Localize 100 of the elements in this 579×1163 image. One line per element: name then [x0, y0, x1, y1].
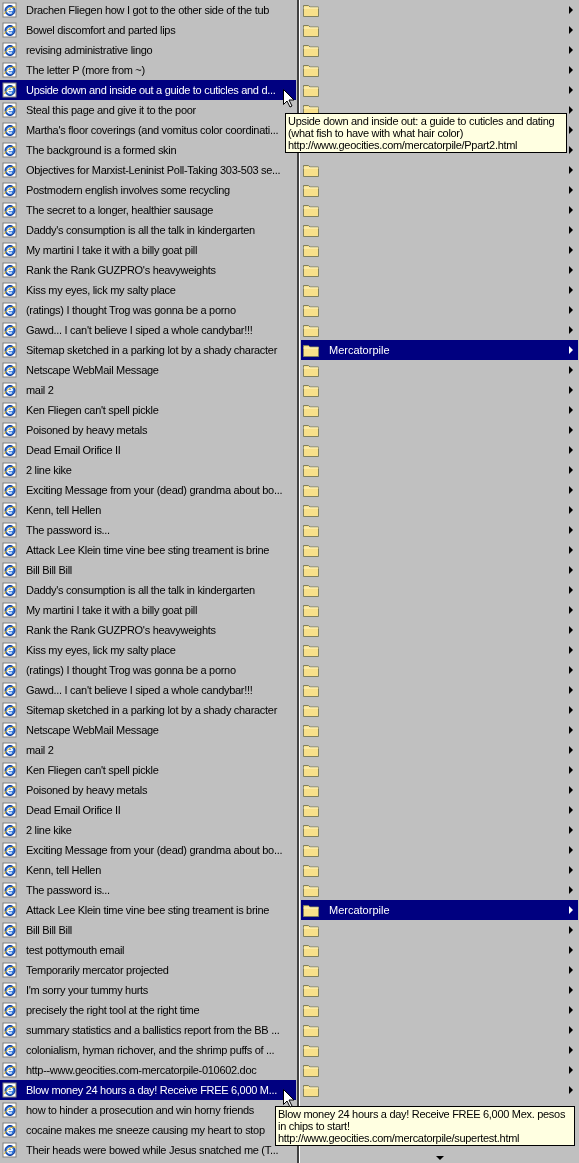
favorite-item[interactable]: My martini I take it with a billy goat pill	[0, 600, 198, 620]
favorite-item[interactable]: Dead Email Orifice II	[0, 800, 121, 820]
favorite-item[interactable]: Gawd... I can't believe I siped a whole candybar!!!	[0, 320, 253, 340]
web-page-icon	[2, 722, 18, 738]
web-page-icon	[2, 1002, 18, 1018]
favorite-item[interactable]: Rank the Rank GUZPRO's heavyweights	[0, 620, 216, 640]
favorite-item[interactable]: (ratings) I thought Trog was gonna be a porno	[0, 300, 236, 320]
submenu-arrow-icon	[569, 326, 573, 334]
folder-icon	[303, 563, 319, 577]
favorite-item[interactable]: (ratings) I thought Trog was gonna be a porno	[0, 660, 236, 680]
scroll-down-arrow-icon[interactable]	[435, 1156, 444, 1160]
favorite-item[interactable]: colonialism, hyman richover, and the shrimp puffs of ...	[0, 1040, 275, 1060]
web-page-icon	[2, 1022, 18, 1038]
web-page-icon	[2, 582, 18, 598]
favorite-item[interactable]: Blow money 24 hours a day! Receive FREE 6,000 M...	[0, 1080, 296, 1100]
web-page-icon	[2, 1102, 18, 1118]
folder-icon	[303, 903, 319, 917]
favorite-item[interactable]: Exciting Message from your (dead) grandma about bo...	[0, 480, 283, 500]
folder-icon	[303, 1083, 319, 1097]
favorite-item[interactable]: Postmodern english involves some recycling	[0, 180, 230, 200]
favorite-item[interactable]: Kenn, tell Hellen	[0, 860, 101, 880]
favorite-item[interactable]: The secret to a longer, healthier sausage	[0, 200, 214, 220]
web-page-icon	[2, 102, 18, 118]
submenu-arrow-icon	[569, 1006, 573, 1014]
web-page-icon	[2, 662, 18, 678]
favorite-item[interactable]: Kiss my eyes, lick my salty place	[0, 280, 176, 300]
favorite-item[interactable]: Drachen Fliegen how I got to the other side of the tub	[0, 0, 270, 20]
folder-icon	[303, 963, 319, 977]
folder-icon	[303, 303, 319, 317]
folder-icon	[303, 503, 319, 517]
favorite-item[interactable]: Poisoned by heavy metals	[0, 420, 148, 440]
favorite-item[interactable]: cocaine makes me sneeze causing my heart to stop	[0, 1120, 265, 1140]
favorite-item[interactable]: Dead Email Orifice II	[0, 440, 121, 460]
favorite-item[interactable]: precisely the right tool at the right time	[0, 1000, 200, 1020]
favorite-item[interactable]: Netscape WebMail Message	[0, 720, 159, 740]
favorite-item[interactable]: The background is a formed skin	[0, 140, 177, 160]
favorite-item[interactable]: 2 line kike	[0, 460, 72, 480]
favorite-item[interactable]: 2 line kike	[0, 820, 72, 840]
folder-icon	[303, 1043, 319, 1057]
favorite-item[interactable]: Bill Bill Bill	[0, 920, 72, 940]
favorite-item[interactable]: revising administrative lingo	[0, 40, 153, 60]
favorite-item[interactable]: Gawd... I can't believe I siped a whole candybar!!!	[0, 680, 253, 700]
submenu-arrow-icon	[569, 826, 573, 834]
web-page-icon	[2, 382, 18, 398]
submenu-arrow-icon	[569, 786, 573, 794]
favorite-item[interactable]: mail 2	[0, 380, 54, 400]
favorite-item[interactable]: Kenn, tell Hellen	[0, 500, 101, 520]
submenu-arrow-icon	[569, 946, 573, 954]
web-page-icon	[2, 682, 18, 698]
favorite-item[interactable]: Poisoned by heavy metals	[0, 780, 148, 800]
favorite-item[interactable]: Ken Fliegen can't spell pickle	[0, 400, 159, 420]
favorite-item[interactable]: Daddy's consumption is all the talk in kindergarten	[0, 580, 255, 600]
favorite-item[interactable]: I'm sorry your tummy hurts	[0, 980, 149, 1000]
folder-icon	[303, 283, 319, 297]
favorite-item[interactable]: Objectives for Marxist-Leninist Poll-Taking 303-503 se...	[0, 160, 281, 180]
folder-icon	[303, 843, 319, 857]
favorite-item[interactable]: My martini I take it with a billy goat pill	[0, 240, 198, 260]
favorite-item[interactable]: Attack Lee Klein time vine bee sting treament is brine	[0, 540, 270, 560]
favorite-item[interactable]: The password is...	[0, 880, 110, 900]
web-page-icon	[2, 762, 18, 778]
favorite-item[interactable]: Sitemap sketched in a parking lot by a shady character	[0, 700, 277, 720]
favorite-item[interactable]: Bowel discomfort and parted lips	[0, 20, 176, 40]
favorite-item[interactable]: Bill Bill Bill	[0, 560, 72, 580]
submenu-arrow-icon	[569, 306, 573, 314]
folder-icon	[303, 203, 319, 217]
web-page-icon	[2, 322, 18, 338]
favorite-item[interactable]: The letter P (more from ~)	[0, 60, 145, 80]
favorite-item[interactable]: Temporarily mercator projected	[0, 960, 169, 980]
web-page-icon	[2, 982, 18, 998]
favorite-item[interactable]: Ken Fliegen can't spell pickle	[0, 760, 159, 780]
folder-icon	[303, 463, 319, 477]
favorite-item[interactable]: Attack Lee Klein time vine bee sting treament is brine	[0, 900, 270, 920]
tooltip-text: Upside down and inside out: a guide to cuticles and dating (what fish to have with what hair color)	[288, 115, 556, 139]
folder-icon	[303, 923, 319, 937]
favorite-item[interactable]: Sitemap sketched in a parking lot by a shady character	[0, 340, 277, 360]
favorite-item[interactable]: Steal this page and give it to the poor	[0, 100, 196, 120]
favorite-item[interactable]: The password is...	[0, 520, 110, 540]
favorite-item[interactable]: how to hinder a prosecution and win horny friends	[0, 1100, 255, 1120]
web-page-icon	[2, 162, 18, 178]
favorite-item[interactable]: summary statistics and a ballistics report from the BB ...	[0, 1020, 280, 1040]
favorite-item[interactable]: Netscape WebMail Message	[0, 360, 159, 380]
favorite-item[interactable]: Upside down and inside out a guide to cuticles and d...	[0, 80, 296, 100]
folder-icon	[303, 323, 319, 337]
submenu-arrow-icon	[569, 126, 573, 134]
favorite-item[interactable]: http--www.geocities.com-mercatorpile-010602.doc	[0, 1060, 257, 1080]
favorite-item[interactable]: Rank the Rank GUZPRO's heavyweights	[0, 260, 216, 280]
favorite-item[interactable]: Kiss my eyes, lick my salty place	[0, 640, 176, 660]
folder-item[interactable]: Mercatorpile	[301, 340, 578, 360]
favorite-item[interactable]: Their heads were bowed while Jesus snatched me (T...	[0, 1140, 279, 1160]
favorite-item[interactable]: Daddy's consumption is all the talk in kindergarten	[0, 220, 255, 240]
favorite-item[interactable]: mail 2	[0, 740, 54, 760]
folder-icon	[303, 783, 319, 797]
favorite-item[interactable]: test pottymouth email	[0, 940, 125, 960]
web-page-icon	[2, 122, 18, 138]
favorite-item[interactable]: Martha's floor coverings (and vomitus color coordinati...	[0, 120, 279, 140]
folder-item[interactable]: Mercatorpile	[301, 900, 578, 920]
folder-icon	[303, 1023, 319, 1037]
favorite-item[interactable]: Exciting Message from your (dead) grandma about bo...	[0, 840, 283, 860]
submenu-arrow-icon	[569, 866, 573, 874]
folder-icon	[303, 243, 319, 257]
